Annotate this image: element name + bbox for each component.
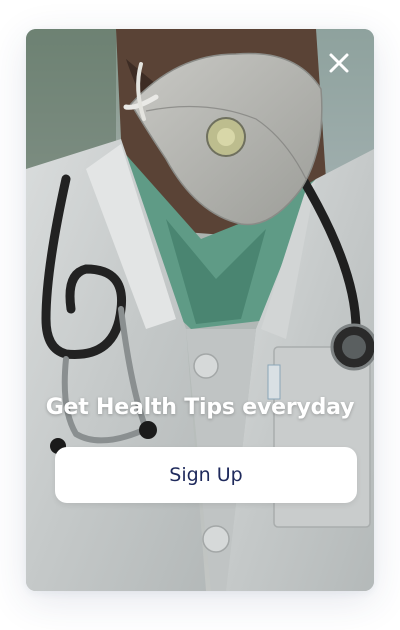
close-button[interactable] — [327, 51, 351, 75]
doctor-photo — [26, 29, 374, 591]
close-icon — [329, 53, 349, 73]
sign-up-button[interactable]: Sign Up — [55, 447, 357, 503]
popup-headline: Get Health Tips everyday — [45, 395, 355, 420]
signup-popup: Get Health Tips everyday Sign Up — [26, 29, 374, 591]
